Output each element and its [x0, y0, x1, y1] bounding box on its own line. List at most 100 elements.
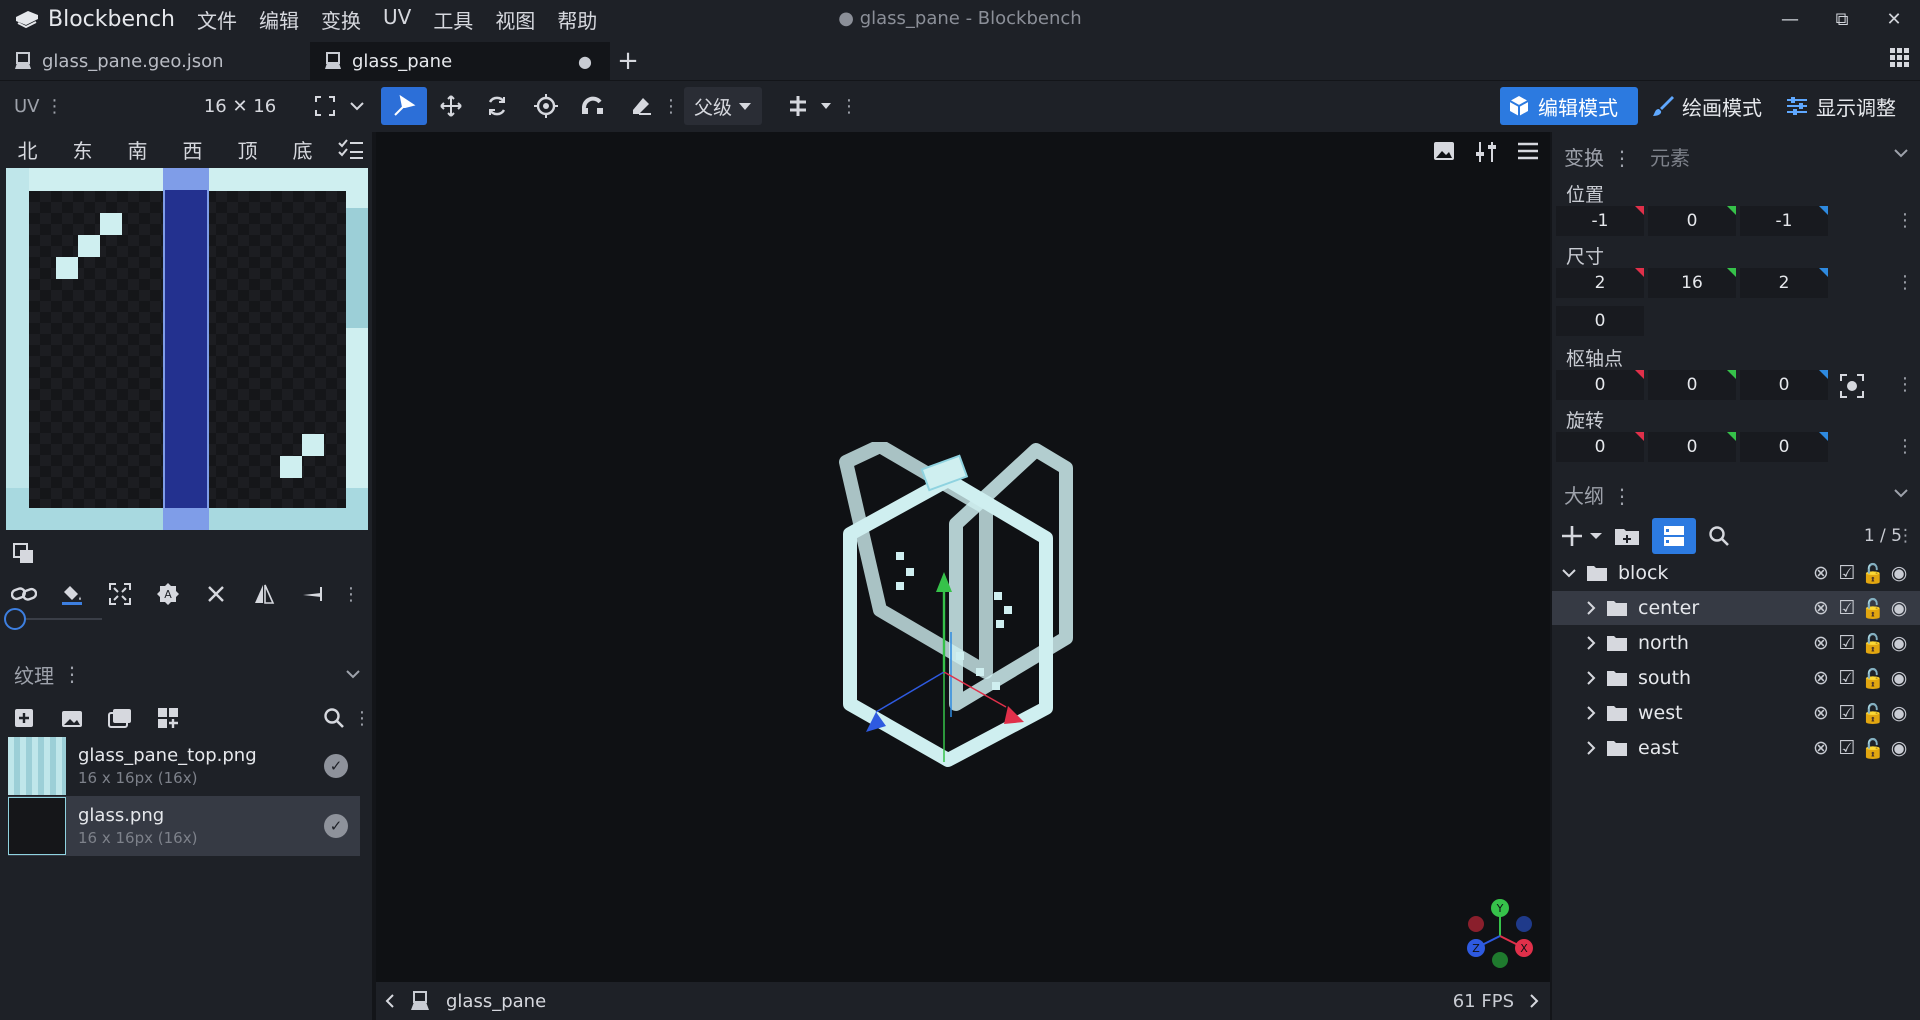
uv-more-icon[interactable]: ⋮ [336, 584, 366, 605]
textures-scrollbar[interactable] [362, 736, 368, 1016]
link-icon[interactable] [0, 584, 48, 604]
chevron-down-icon[interactable] [1894, 488, 1908, 498]
close-circle-icon[interactable]: ⊗ [1810, 702, 1832, 724]
rotate-tool-button[interactable] [476, 87, 518, 125]
glass-pane-model[interactable] [836, 442, 1096, 772]
close-circle-icon[interactable]: ⊗ [1810, 597, 1832, 619]
app-logo[interactable]: Blockbench [14, 7, 175, 32]
tab-glass-pane[interactable]: glass_pane ● [310, 42, 610, 80]
menu-uv[interactable]: UV [383, 5, 411, 34]
uv-selection-handle[interactable] [165, 508, 207, 528]
unlock-icon[interactable]: 🔓 [1861, 632, 1885, 655]
view-settings-icon[interactable] [1474, 140, 1498, 169]
texture-item[interactable]: glass_pane_top.png 16 x 16px (16x) ✓ [8, 736, 360, 796]
center-pivot-icon[interactable] [1840, 374, 1864, 398]
checkbox-icon[interactable]: ☑ [1836, 737, 1858, 759]
clear-uv-icon[interactable] [192, 584, 240, 604]
outliner-group-west[interactable]: west ⊗ ☑ 🔓 ◉ [1552, 696, 1920, 730]
outliner-group-north[interactable]: north ⊗ ☑ 🔓 ◉ [1552, 626, 1920, 660]
chevron-right-icon[interactable] [1586, 741, 1596, 755]
outliner-toggle-button[interactable] [1652, 518, 1696, 554]
position-x-input[interactable]: -1 [1556, 206, 1644, 236]
pivot-y-input[interactable]: 0 [1648, 370, 1736, 400]
add-element-icon[interactable] [1562, 524, 1602, 548]
chevron-right-icon[interactable] [1586, 636, 1596, 650]
outliner-more-icon[interactable]: ⋮ [1897, 526, 1914, 546]
checklist-icon[interactable] [338, 138, 364, 160]
outliner-group-east[interactable]: east ⊗ ☑ 🔓 ◉ [1552, 731, 1920, 765]
texture-atlas-icon[interactable] [144, 707, 192, 729]
check-icon[interactable]: ✓ [324, 814, 348, 838]
add-texture-icon[interactable] [0, 706, 48, 730]
move-tool-button[interactable] [381, 87, 427, 125]
face-east-tab[interactable]: 东 [55, 135, 110, 164]
menu-file[interactable]: 文件 [197, 5, 237, 34]
menu-view[interactable]: 视图 [495, 5, 535, 34]
uv-selection-handle[interactable] [165, 170, 207, 190]
uv-rotation-slider[interactable] [4, 608, 102, 630]
face-down-tab[interactable]: 底 [275, 135, 330, 164]
parent-select[interactable]: 父级 [684, 87, 762, 125]
position-menu-icon[interactable]: ⋮ [1896, 210, 1914, 231]
checkbox-icon[interactable]: ☑ [1836, 667, 1858, 689]
copy-icon[interactable] [0, 542, 48, 566]
uv-editor-canvas[interactable] [6, 168, 368, 530]
unlock-icon[interactable]: 🔓 [1861, 737, 1885, 760]
unlock-icon[interactable]: 🔓 [1861, 667, 1885, 690]
check-icon[interactable]: ✓ [324, 754, 348, 778]
eye-icon[interactable]: ◉ [1888, 597, 1910, 619]
face-north-tab[interactable]: 北 [0, 135, 55, 164]
outliner-group-south[interactable]: south ⊗ ☑ 🔓 ◉ [1552, 661, 1920, 695]
outliner-menu-icon[interactable]: ⋮ [1612, 484, 1632, 508]
import-texture-icon[interactable] [48, 707, 96, 729]
chevron-right-icon[interactable] [1586, 601, 1596, 615]
apps-grid-icon[interactable] [1890, 48, 1910, 68]
close-circle-icon[interactable]: ⊗ [1810, 737, 1832, 759]
close-circle-icon[interactable]: ⊗ [1810, 667, 1832, 689]
unlock-icon[interactable]: 🔓 [1861, 702, 1885, 725]
fullscreen-uv-icon[interactable] [310, 87, 340, 125]
rotation-z-input[interactable]: 0 [1740, 432, 1828, 462]
face-west-tab[interactable]: 西 [165, 135, 220, 164]
add-tab-button[interactable]: + [610, 42, 646, 80]
unsaved-indicator[interactable]: ● [578, 52, 592, 71]
texture-gallery-icon[interactable] [96, 707, 144, 729]
transform-tab[interactable]: 变换 ⋮ [1564, 142, 1632, 171]
chevron-down-icon[interactable] [1562, 568, 1576, 578]
position-z-input[interactable]: -1 [1740, 206, 1828, 236]
eraser-tool-button[interactable] [620, 87, 662, 125]
screenshot-icon[interactable] [1432, 140, 1456, 167]
vertex-snap-button[interactable] [572, 87, 614, 125]
eye-icon[interactable]: ◉ [1888, 737, 1910, 759]
close-circle-icon[interactable]: ⊗ [1810, 562, 1832, 584]
orientation-gizmo[interactable]: Y X Z [1460, 896, 1540, 976]
textures-menu-icon[interactable]: ⋮ [62, 662, 82, 686]
restore-icon[interactable]: ⧉ [1816, 0, 1868, 38]
fill-bucket-icon[interactable] [48, 582, 96, 606]
menu-help[interactable]: 帮助 [557, 5, 597, 34]
eye-icon[interactable]: ◉ [1888, 632, 1910, 654]
paint-mode-button[interactable]: 绘画模式 [1644, 87, 1772, 125]
tab-glass-pane-geo[interactable]: glass_pane.geo.json [0, 42, 310, 80]
translate-tool-button[interactable] [430, 87, 472, 125]
texture-item[interactable]: glass.png 16 x 16px (16x) ✓ [8, 796, 360, 856]
unlock-icon[interactable]: 🔓 [1861, 597, 1885, 620]
menu-edit[interactable]: 编辑 [259, 5, 299, 34]
pivot-z-input[interactable]: 0 [1740, 370, 1828, 400]
chevron-right-icon[interactable] [1586, 706, 1596, 720]
minimize-icon[interactable]: — [1764, 0, 1816, 38]
pivot-tool-button[interactable] [525, 87, 567, 125]
chevron-left-icon[interactable] [384, 993, 396, 1009]
mirror-y-icon[interactable] [288, 583, 336, 605]
chevron-right-icon[interactable] [1586, 671, 1596, 685]
chevron-down-icon[interactable] [1894, 148, 1908, 158]
rotation-menu-icon[interactable]: ⋮ [1896, 436, 1914, 457]
size-z-input[interactable]: 2 [1740, 268, 1828, 298]
chevron-down-icon[interactable] [344, 87, 370, 125]
face-south-tab[interactable]: 南 [110, 135, 165, 164]
size-y-input[interactable]: 16 [1648, 268, 1736, 298]
checkbox-icon[interactable]: ☑ [1836, 597, 1858, 619]
uv-size[interactable]: 16 ✕ 16 [200, 87, 280, 125]
face-up-tab[interactable]: 顶 [220, 135, 275, 164]
rotation-x-input[interactable]: 0 [1556, 432, 1644, 462]
